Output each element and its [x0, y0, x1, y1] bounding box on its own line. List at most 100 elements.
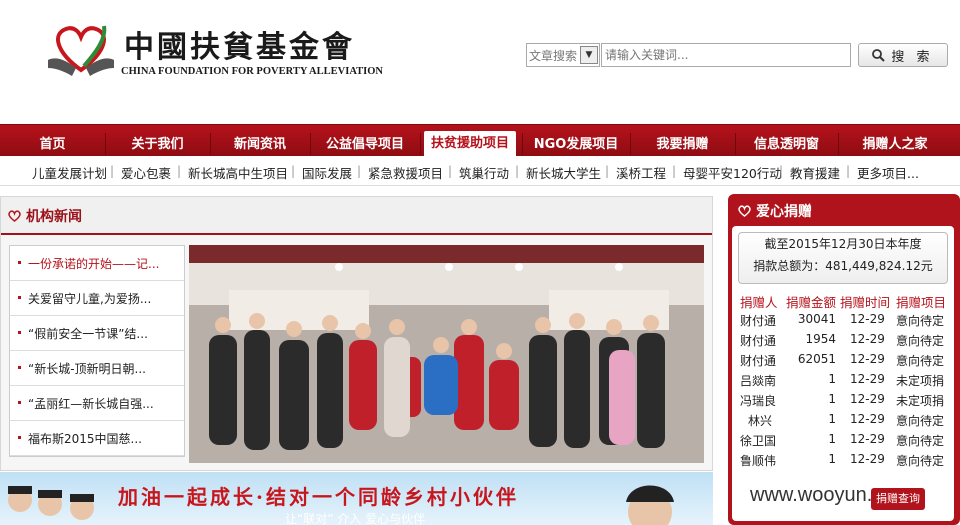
donation-cell: 冯瑞良 [740, 394, 777, 408]
donation-cell: 鲁顺伟 [740, 454, 777, 468]
nav-divider [210, 133, 211, 155]
donation-cell: 财付通 [740, 354, 777, 368]
donation-cell: 意向待定 [896, 434, 945, 448]
subnav-divider: | [357, 164, 362, 178]
search-button-label: 搜 索 [891, 49, 934, 65]
search-button[interactable]: 搜 索 [858, 43, 948, 67]
donation-cell: 意向待定 [896, 334, 945, 348]
donation-cell: 林兴 [748, 414, 773, 428]
bullet-icon [18, 401, 21, 404]
girl-illustration-icon [626, 485, 674, 525]
news-list-item[interactable]: “孟丽红—新长城自强... [10, 386, 184, 421]
donation-cell: 1 [828, 392, 836, 406]
nav-item[interactable]: NGO发展项目 [522, 125, 630, 157]
donation-cell: 意向待定 [896, 354, 945, 368]
bullet-icon [18, 436, 21, 439]
subnav-item[interactable]: 国际发展 [302, 163, 352, 182]
heart-icon [738, 205, 751, 217]
donation-cell: 1954 [805, 332, 836, 346]
nav-divider [838, 133, 839, 155]
donation-summary: 截至2015年12月30日本年度 捐款总额为：481,449,824.12元 [738, 232, 948, 284]
subnav-divider: | [291, 164, 296, 178]
logo-english-name: CHINA FOUNDATION FOR POVERTY ALLEVIATION [121, 66, 383, 77]
donation-cell: 12-29 [850, 452, 885, 466]
donation-cell: 12-29 [850, 432, 885, 446]
subnav-divider: | [672, 164, 677, 178]
news-list-item[interactable]: 一份承诺的开始——记... [10, 246, 184, 281]
subnav-divider: | [846, 164, 851, 178]
bullet-icon [18, 296, 21, 299]
org-news-header: 机构新闻 [1, 197, 712, 235]
subnav-item[interactable]: 母婴平安120行动 [683, 163, 782, 182]
search-type-value: 文章搜索 [529, 49, 578, 63]
donation-summary-total: 捐款总额为：481,449,824.12元 [753, 259, 933, 273]
banner-slogan: 加油一起成长·结对一个同龄乡村小伙伴 [118, 485, 519, 509]
nav-item[interactable]: 我要捐赠 [630, 125, 735, 157]
news-item-title: “孟丽红—新长城自强... [28, 397, 154, 411]
news-list-item[interactable]: “新长城-顶新明日朝... [10, 351, 184, 386]
donation-cell: 30041 [797, 312, 836, 326]
subnav-item[interactable]: 更多项目... [857, 163, 919, 182]
donation-column-header: 捐赠时间 [840, 295, 891, 310]
heart-hands-logo-icon [48, 25, 114, 76]
nav-item[interactable]: 新闻资讯 [210, 125, 310, 157]
subnav-item[interactable]: 爱心包裹 [121, 163, 171, 182]
nav-item[interactable]: 首页 [0, 125, 105, 157]
nav-item[interactable]: 公益倡导项目 [310, 125, 420, 157]
org-news-title: 机构新闻 [26, 209, 82, 225]
donation-cell: 徐卫国 [740, 434, 777, 448]
search-input[interactable] [601, 43, 851, 67]
news-list-item[interactable]: 关爱留守儿童,为爱扬... [10, 281, 184, 316]
nav-divider [630, 133, 631, 155]
bullet-icon [18, 261, 21, 264]
site-header: 中國扶貧基金會 CHINA FOUNDATION FOR POVERTY ALL… [0, 0, 960, 124]
heart-icon [8, 210, 21, 222]
main-nav: 首页 关于我们 新闻资讯 公益倡导项目 扶贫援助项目 NGO发展项目 我要捐赠 信息透明窗 捐赠… [0, 124, 960, 157]
subnav-divider: | [779, 164, 784, 178]
nav-divider [105, 133, 106, 155]
subnav-item[interactable]: 筑巢行动 [459, 163, 509, 182]
donation-query-button[interactable]: 捐赠查询 [871, 488, 925, 510]
donation-title: 爱心捐赠 [756, 204, 812, 220]
subnav-item[interactable]: 儿童发展计划 [32, 163, 107, 182]
nav-item[interactable]: 捐赠人之家 [838, 125, 952, 157]
nav-divider [735, 133, 736, 155]
donation-cell: 62051 [797, 352, 836, 366]
group-photo-image [189, 245, 704, 463]
donation-column-header: 捐赠金额 [786, 295, 837, 310]
nav-divider [420, 133, 421, 155]
subnav-item[interactable]: 溪桥工程 [616, 163, 666, 182]
subnav-divider: | [177, 164, 182, 178]
subnav-divider: | [605, 164, 610, 178]
chevron-down-icon[interactable]: ▼ [580, 46, 598, 64]
donation-cell: 1 [828, 432, 836, 446]
news-featured-photo[interactable] [189, 245, 704, 463]
subnav-item[interactable]: 新长城大学生 [526, 163, 601, 182]
donation-cell: 财付通 [740, 334, 777, 348]
logo-chinese-name: 中國扶貧基金會 [124, 30, 355, 65]
subnav-item[interactable]: 新长城高中生项目 [188, 163, 288, 182]
nav-item[interactable]: 扶贫援助项目 [424, 131, 516, 157]
news-list-item[interactable]: “假前安全一节课”结... [10, 316, 184, 351]
promo-banner[interactable]: 加油一起成长·结对一个同龄乡村小伙伴 让“联对” 介入 爱心与伙伴 [0, 472, 713, 525]
news-list: 一份承诺的开始——记... 关爱留守儿童,为爱扬... “假前安全一节课”结... “… [9, 245, 185, 457]
donation-column-header: 捐赠项目 [896, 295, 947, 310]
donation-panel: 爱心捐赠 截至2015年12月30日本年度 捐款总额为：481,449,824.… [728, 194, 960, 525]
nav-divider [522, 133, 523, 155]
subnav-item[interactable]: 紧急救援项目 [368, 163, 443, 182]
site-logo[interactable]: 中國扶貧基金會 CHINA FOUNDATION FOR POVERTY ALL… [46, 18, 383, 84]
search-type-select[interactable]: 文章搜索 ▼ [526, 43, 600, 67]
nav-item[interactable]: 信息透明窗 [735, 125, 838, 157]
donation-cell: 12-29 [850, 312, 885, 326]
subnav-item[interactable]: 教育援建 [790, 163, 840, 182]
donation-cell: 吕燚南 [740, 374, 777, 388]
donation-cell: 财付通 [740, 314, 777, 328]
donation-cell: 意向待定 [896, 454, 945, 468]
donation-cell: 12-29 [850, 372, 885, 386]
nav-item[interactable]: 关于我们 [105, 125, 210, 157]
bullet-icon [18, 366, 21, 369]
donation-cell: 12-29 [850, 392, 885, 406]
donation-cell: 12-29 [850, 412, 885, 426]
donation-cell: 1 [828, 452, 836, 466]
news-list-item[interactable]: 福布斯2015中国慈... [10, 421, 184, 456]
